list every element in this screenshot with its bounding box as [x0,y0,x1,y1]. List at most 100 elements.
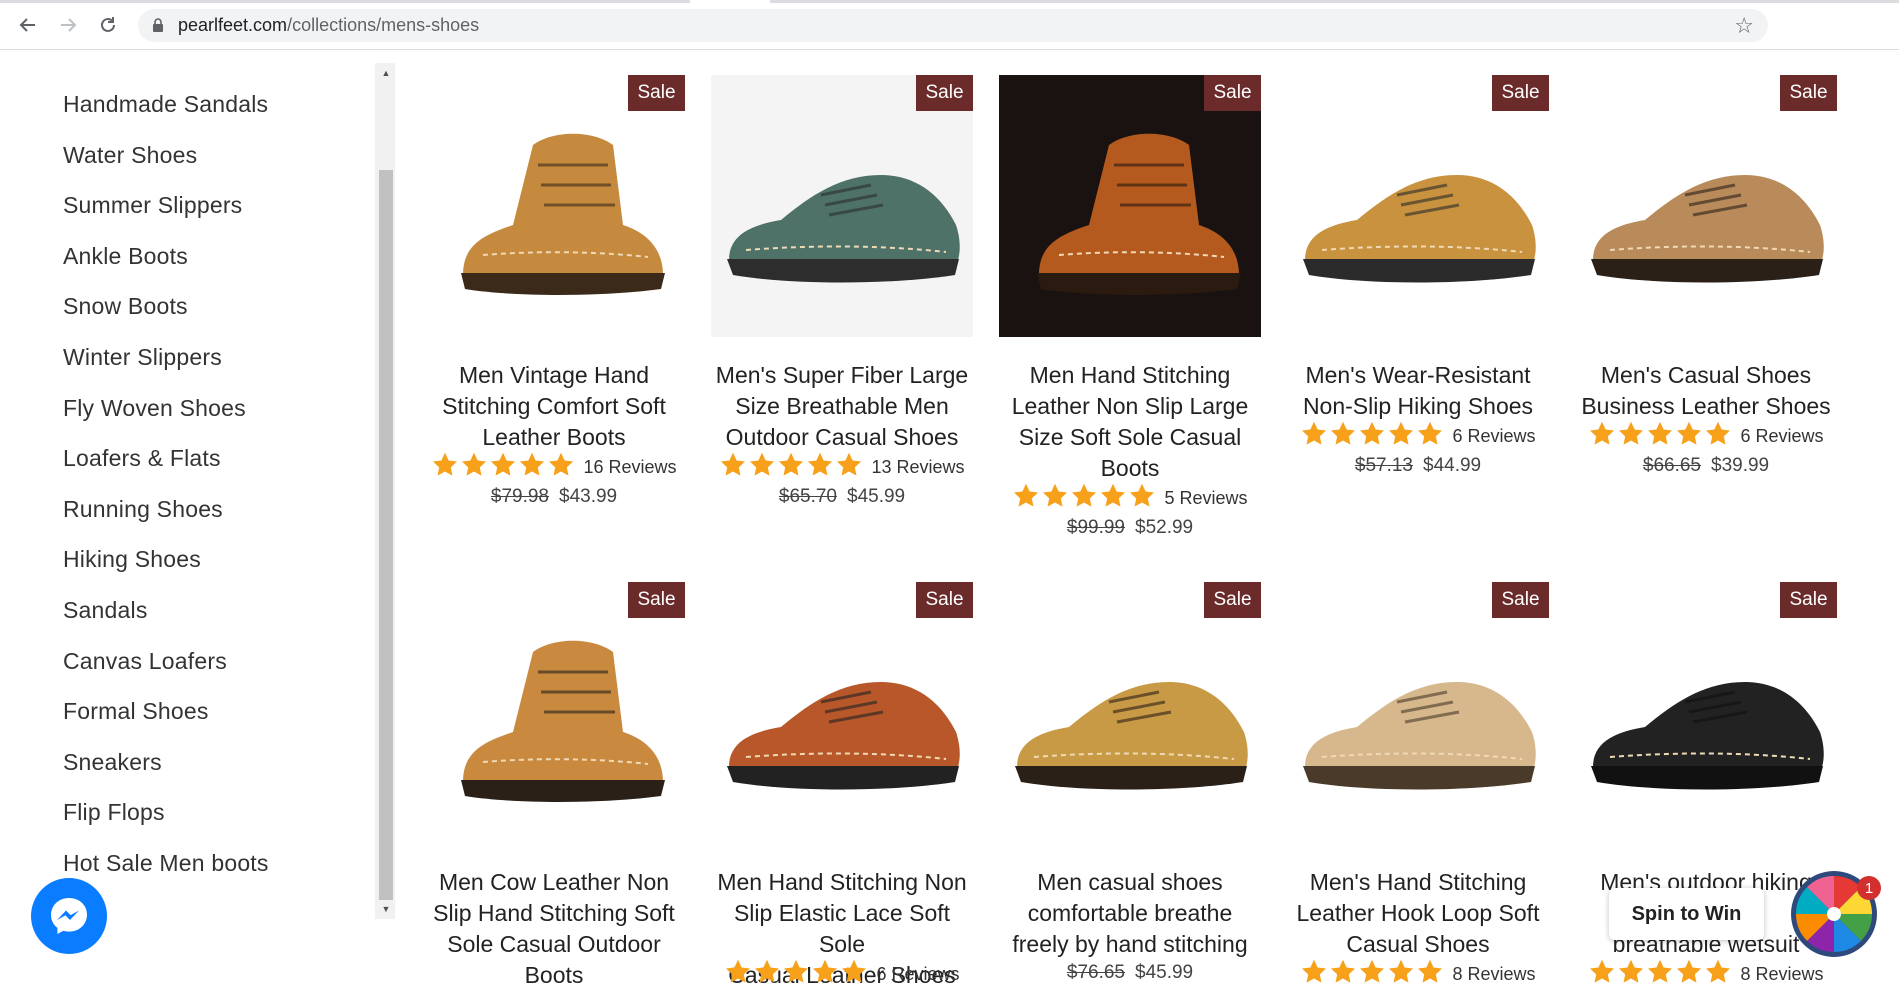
product-image[interactable] [711,582,973,844]
product-title[interactable]: Men Cow Leather Non Slip Hand Stitching S… [423,867,685,991]
product-image[interactable] [1287,582,1549,844]
review-count: 6 Reviews [1452,426,1536,446]
star-icon [806,451,834,484]
sidebar-category-item[interactable]: Snow Boots [63,293,188,320]
product-title[interactable]: Men casual shoes comfortable breathe freel… [999,867,1261,960]
star-icon [1617,420,1645,453]
bookmark-star-icon[interactable]: ☆ [1734,13,1754,39]
product-title-line: Stitching Comfort Soft [442,393,666,419]
product-title[interactable]: Men's Super Fiber Large Size Breathable M… [711,360,973,453]
product-price: $66.65 $39.99 [1575,455,1837,477]
star-icon [719,451,747,484]
back-arrow-icon[interactable] [16,13,40,37]
product-title-line: Outdoor Casual Shoes [725,424,959,450]
sale-price: $52.99 [1135,517,1194,538]
product-image[interactable] [711,75,973,337]
product-image[interactable] [999,582,1261,844]
star-icon [1617,958,1645,991]
rating-stars [1300,958,1444,991]
sidebar-category-item[interactable]: Water Shoes [63,142,197,169]
address-bar[interactable]: pearlfeet.com/collections/mens-shoes ☆ [138,9,1768,42]
sidebar-category-item[interactable]: Ankle Boots [63,243,188,270]
sale-badge: Sale [1492,75,1549,111]
forward-arrow-icon[interactable] [56,13,80,37]
product-title[interactable]: Men's Casual Shoes Business Leather Shoes [1575,360,1837,422]
sidebar-category-item[interactable]: Flip Flops [63,799,165,826]
sale-badge: Sale [1204,582,1261,618]
product-title-line: Boots [524,962,584,988]
product-image[interactable] [1575,75,1837,337]
review-count: 8 Reviews [1740,964,1824,984]
browser-toolbar: pearlfeet.com/collections/mens-shoes ☆ [0,0,1899,50]
product-title-line: Men Cow Leather Non [438,869,670,895]
star-icon [1070,482,1098,515]
product-title-line: Casual Shoes [1346,931,1490,957]
star-icon [811,958,839,991]
url-domain: pearlfeet.com [178,15,288,35]
product-title[interactable]: Men's Wear-Resistant Non-Slip Hiking Shoe… [1287,360,1549,422]
original-price: $99.99 [1066,517,1125,538]
star-icon [1416,958,1444,991]
product-image[interactable] [999,75,1261,337]
sidebar-category-item[interactable]: Summer Slippers [63,192,242,219]
original-price: $76.65 [1066,962,1125,983]
product-title[interactable]: Men Hand Stitching Leather Non Slip Large… [999,360,1261,484]
product-title-line: Men's Super Fiber Large [715,362,969,388]
product-image[interactable] [423,75,685,337]
product-title-line: Men Vintage Hand [458,362,650,388]
sale-badge: Sale [1780,582,1837,618]
product-title[interactable]: Men's Hand Stitching Leather Hook Loop So… [1287,867,1549,960]
star-icon [1675,958,1703,991]
sidebar-category-item[interactable]: Sandals [63,597,148,624]
star-icon [1646,958,1674,991]
star-icon [777,451,805,484]
rating-stars [1012,482,1156,515]
star-icon [1358,420,1386,453]
messenger-chat-button[interactable] [31,878,107,954]
product-title[interactable]: Men Vintage Hand Stitching Comfort Soft Le… [423,360,685,453]
star-icon [835,451,863,484]
star-icon [1704,420,1732,453]
sale-price: $45.99 [1135,962,1194,983]
sale-badge: Sale [628,75,685,111]
sidebar-category-item[interactable]: Fly Woven Shoes [63,395,246,422]
sidebar-category-item[interactable]: Running Shoes [63,496,223,523]
star-icon [748,451,776,484]
product-title-line: freely by hand stitching [1012,931,1248,957]
sidebar-category-item[interactable]: Loafers & Flats [63,445,221,472]
sidebar-scrollbar-thumb[interactable] [379,170,393,900]
star-icon [1128,482,1156,515]
star-icon [724,958,752,991]
star-icon [1358,958,1386,991]
product-title-line: Size Breathable Men [735,393,949,419]
star-icon [1300,958,1328,991]
star-icon [1300,420,1328,453]
scroll-up-arrow-icon[interactable]: ▲ [379,66,393,80]
sidebar-category-item[interactable]: Hot Sale Men boots [63,850,269,877]
sidebar-category-item[interactable]: Handmade Sandals [63,91,268,118]
url-path: /collections/mens-shoes [287,15,480,35]
product-price: $99.99 $52.99 [999,517,1261,539]
product-image[interactable] [423,582,685,844]
sale-badge: Sale [1492,582,1549,618]
product-title-line: Men Hand Stitching [1029,362,1231,388]
sidebar-category-item[interactable]: Formal Shoes [63,698,209,725]
star-icon [1012,482,1040,515]
product-image[interactable] [1287,75,1549,337]
sidebar-category-item[interactable]: Sneakers [63,749,162,776]
product-title-line: Men Hand Stitching Non [717,869,967,895]
original-price: $66.65 [1642,455,1701,476]
sidebar-category-item[interactable]: Winter Slippers [63,344,222,371]
star-icon [753,958,781,991]
sidebar-category-item[interactable]: Canvas Loafers [63,648,227,675]
star-icon [782,958,810,991]
star-icon [840,958,868,991]
sale-badge: Sale [916,75,973,111]
reload-icon[interactable] [96,13,120,37]
spin-to-win-label[interactable]: Spin to Win [1609,888,1764,940]
scroll-down-arrow-icon[interactable]: ▼ [379,902,393,916]
sidebar-category-item[interactable]: Hiking Shoes [63,546,201,573]
product-image[interactable] [1575,582,1837,844]
product-price: $57.13 $44.99 [1287,455,1549,477]
product-title-line: Leather Boots [482,424,626,450]
